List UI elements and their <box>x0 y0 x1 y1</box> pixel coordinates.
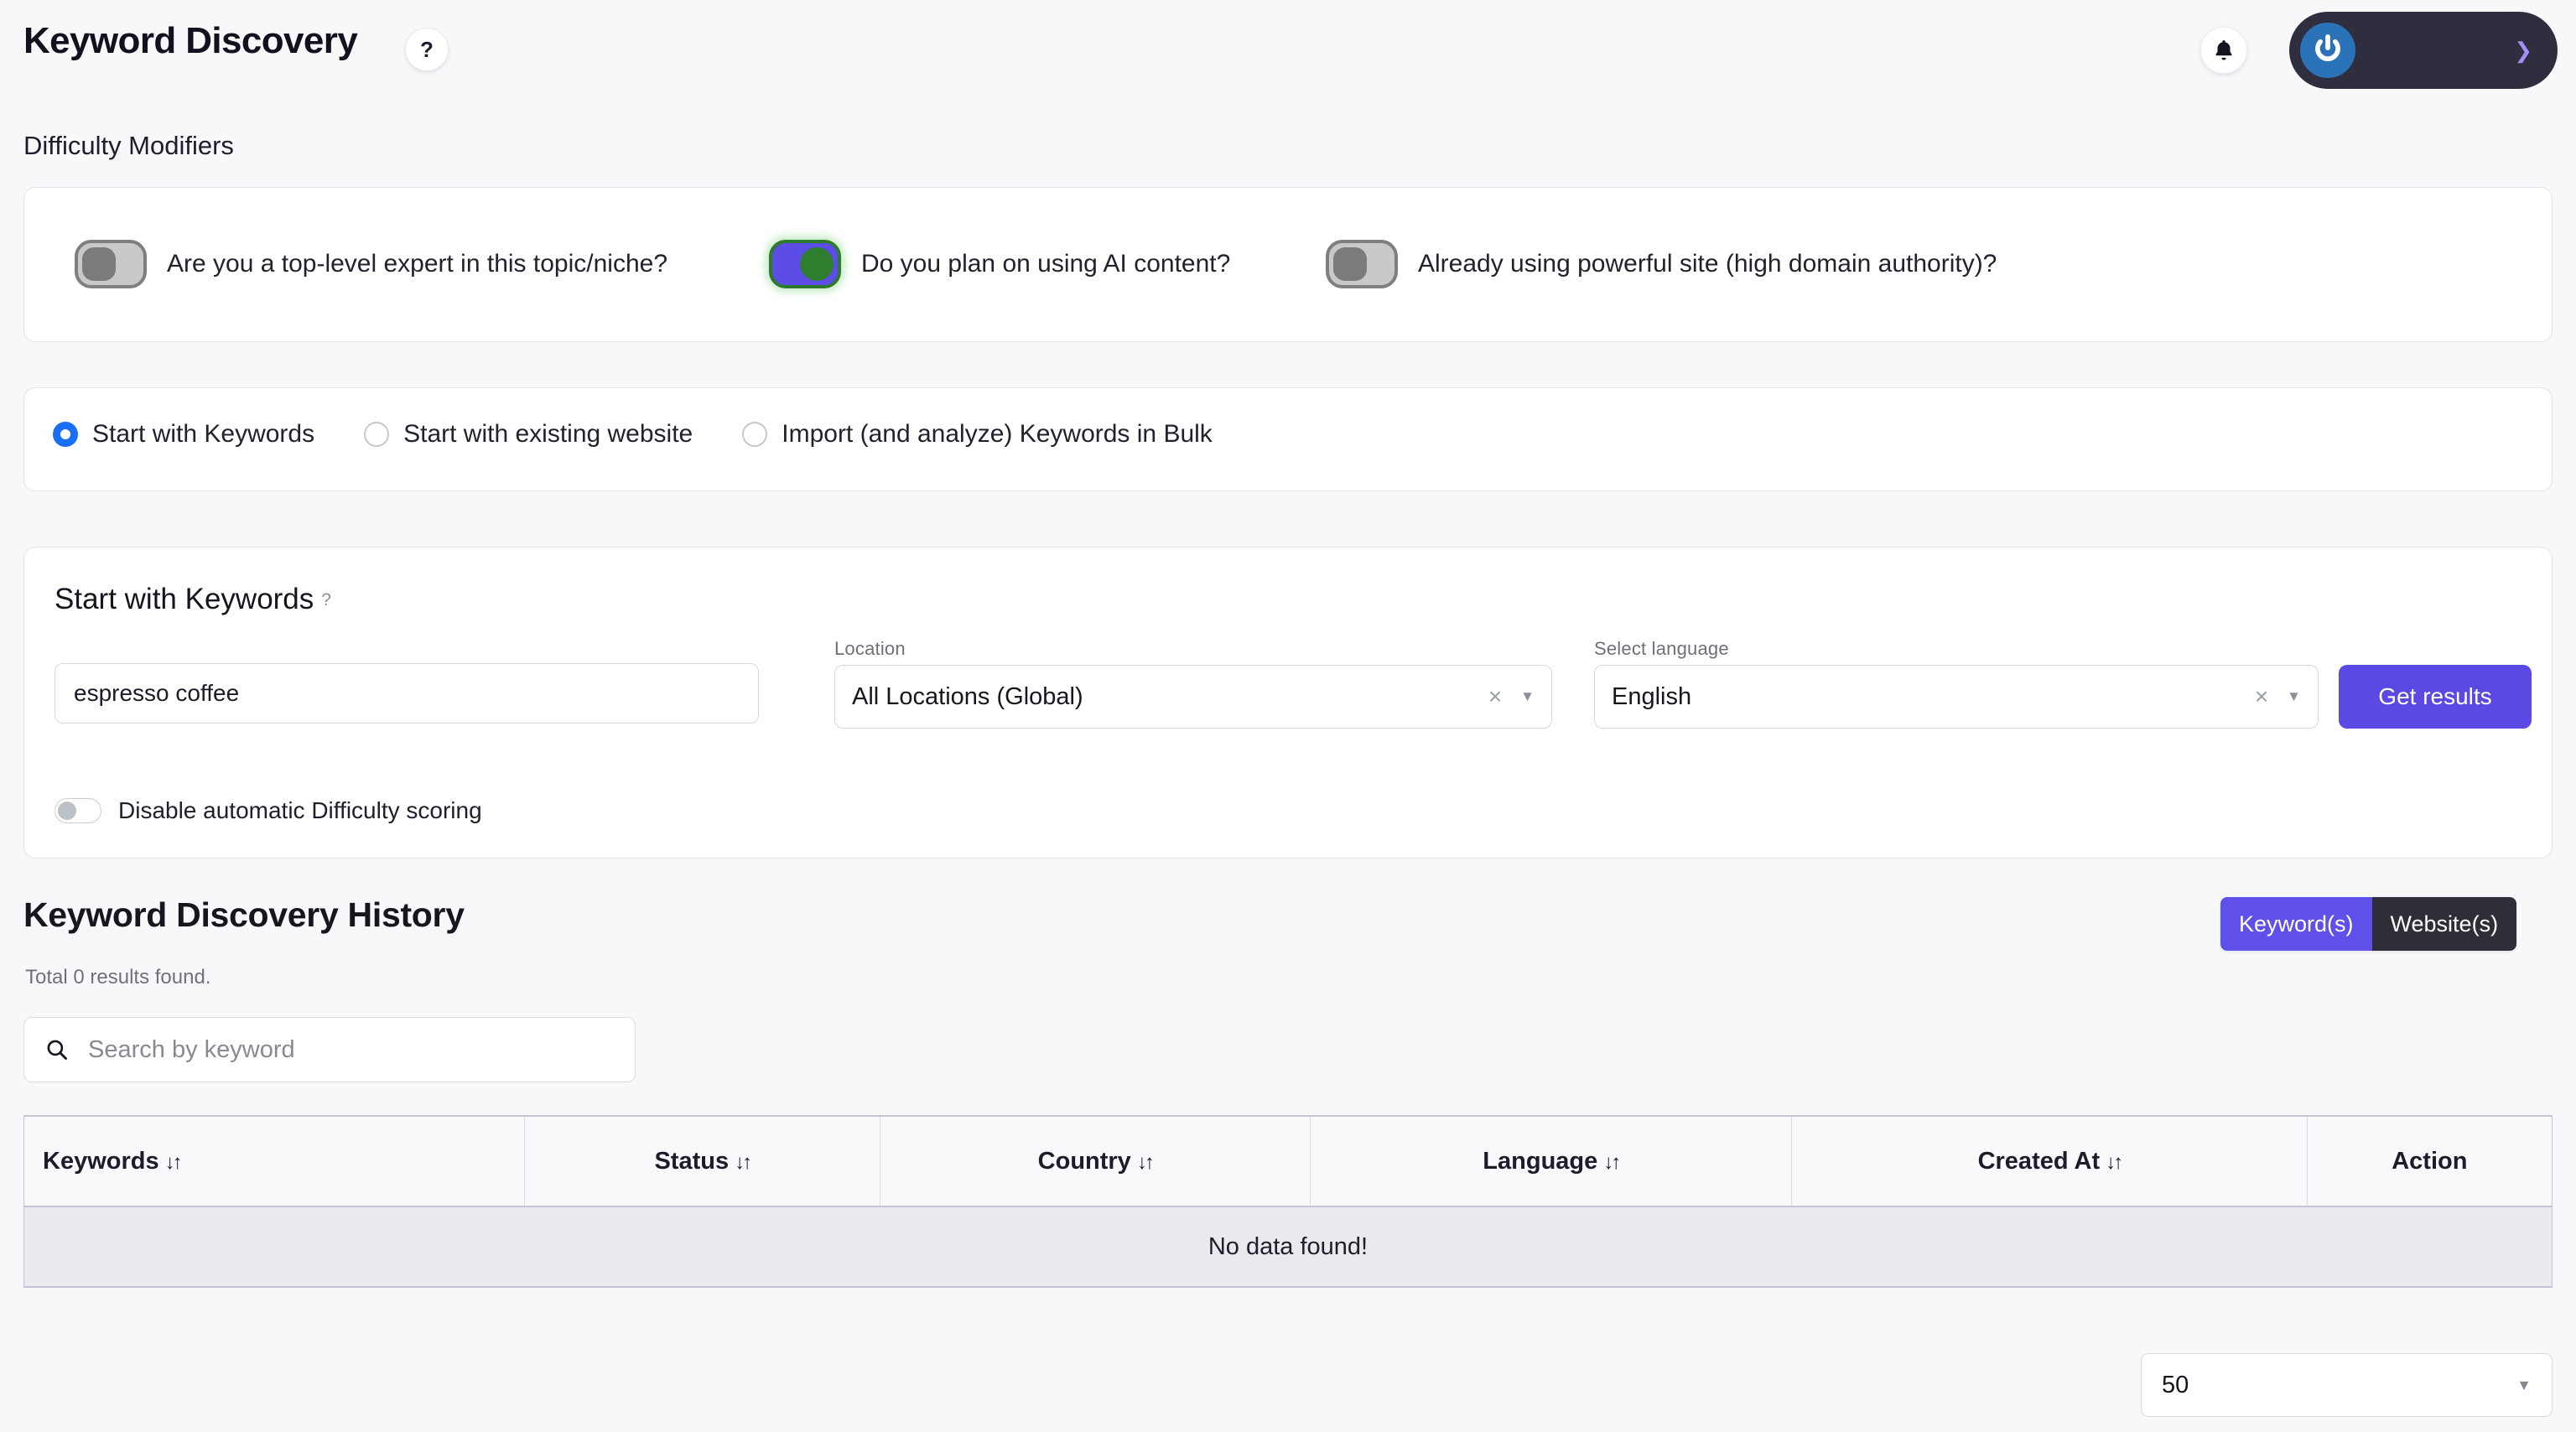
bell-icon <box>2215 40 2232 60</box>
history-total-results: Total 0 results found. <box>25 966 211 988</box>
toggle-top-level-expert[interactable] <box>75 240 147 288</box>
sort-icon: ↓↑ <box>735 1150 752 1174</box>
column-header-language[interactable]: Language ↓↑ <box>1310 1115 1793 1207</box>
column-header-country[interactable]: Country ↓↑ <box>880 1115 1311 1207</box>
start-with-keywords-card: Start with Keywords? espresso coffee Loc… <box>23 547 2553 859</box>
account-avatar <box>2300 23 2355 78</box>
modifier-domain-authority: Already using powerful site (high domain… <box>1326 240 1997 288</box>
toggle-domain-authority-label: Already using powerful site (high domain… <box>1418 250 1997 278</box>
history-search-placeholder: Search by keyword <box>88 1035 295 1063</box>
toggle-ai-content[interactable] <box>769 240 841 288</box>
page-size-select[interactable]: 50 ▼ <box>2141 1353 2553 1417</box>
toggle-knob <box>800 247 834 281</box>
column-label: Action <box>2392 1147 2468 1175</box>
radio-start-with-keywords[interactable]: Start with Keywords <box>53 420 314 449</box>
sort-icon: ↓↑ <box>164 1150 183 1174</box>
column-label: Keywords <box>43 1147 159 1175</box>
start-with-keywords-title-text: Start with Keywords <box>55 583 314 615</box>
history-table: Keywords ↓↑ Status ↓↑ Country ↓↑ Language ↓↑… <box>23 1115 2553 1288</box>
notifications-button[interactable] <box>2200 27 2247 74</box>
start-mode-radio-group: Start with Keywords Start with existing … <box>53 420 1262 449</box>
tab-keywords[interactable]: Keyword(s) <box>2220 897 2372 951</box>
location-select-value: All Locations (Global) <box>852 682 1083 710</box>
page-size-value: 50 <box>2162 1371 2189 1398</box>
chevron-down-icon[interactable]: ▼ <box>1520 688 1535 705</box>
sort-icon: ↓↑ <box>1136 1150 1155 1174</box>
column-header-status[interactable]: Status ↓↑ <box>524 1115 881 1207</box>
tab-websites[interactable]: Website(s) <box>2371 897 2517 951</box>
sort-icon: ↓↑ <box>1603 1150 1621 1174</box>
difficulty-modifiers-label: Difficulty Modifiers <box>23 131 234 160</box>
language-label: Select language <box>1594 638 1729 659</box>
keyword-input-value: espresso coffee <box>74 680 240 706</box>
column-label: Language <box>1483 1147 1598 1175</box>
disable-difficulty-scoring-label: Disable automatic Difficulty scoring <box>118 797 482 823</box>
chevron-down-icon: ▼ <box>2516 1376 2532 1393</box>
history-type-segmented-control: Keyword(s) Website(s) <box>2220 897 2517 951</box>
clear-icon[interactable]: × <box>2255 683 2268 710</box>
radio-start-with-website-label: Start with existing website <box>403 420 693 448</box>
table-header-row: Keywords ↓↑ Status ↓↑ Country ↓↑ Language ↓↑… <box>23 1115 2553 1207</box>
modifier-expert: Are you a top-level expert in this topic… <box>75 240 667 288</box>
toggle-knob <box>1333 247 1367 281</box>
chevron-down-icon: ❯ <box>2514 38 2532 63</box>
history-search-box[interactable]: Search by keyword <box>23 1017 636 1082</box>
location-select[interactable]: All Locations (Global) × ▼ <box>834 665 1552 729</box>
column-label: Status <box>654 1147 730 1175</box>
radio-import-bulk-label: Import (and analyze) Keywords in Bulk <box>782 420 1213 448</box>
column-label: Created At <box>1977 1147 2101 1175</box>
clear-icon[interactable]: × <box>1488 683 1502 710</box>
keyword-input[interactable]: espresso coffee <box>55 663 759 724</box>
toggle-knob <box>58 802 76 820</box>
radio-indicator <box>364 422 390 447</box>
start-with-keywords-title: Start with Keywords? <box>55 583 331 616</box>
table-row: No data found! <box>23 1206 2553 1288</box>
radio-import-bulk[interactable]: Import (and analyze) Keywords in Bulk <box>742 420 1213 449</box>
account-menu-button[interactable]: ❯ <box>2289 12 2558 89</box>
history-title: Keyword Discovery History <box>23 895 465 934</box>
disable-difficulty-scoring-row: Disable automatic Difficulty scoring <box>55 797 482 824</box>
empty-state-message: No data found! <box>23 1206 2553 1288</box>
column-header-keywords[interactable]: Keywords ↓↑ <box>23 1115 525 1207</box>
chevron-down-icon[interactable]: ▼ <box>2287 688 2301 705</box>
column-header-action: Action <box>2307 1115 2553 1207</box>
toggle-ai-content-label: Do you plan on using AI content? <box>861 250 1231 278</box>
toggle-disable-difficulty-scoring[interactable] <box>55 798 101 823</box>
top-bar: Keyword Discovery ? ❯ <box>0 0 2576 109</box>
keyword-discovery-page: Keyword Discovery ? ❯ Difficulty Modifie… <box>0 0 2576 1432</box>
search-icon <box>47 1040 67 1060</box>
get-results-button[interactable]: Get results <box>2339 665 2532 729</box>
keywords-help-icon[interactable]: ? <box>321 590 331 610</box>
column-header-created-at[interactable]: Created At ↓↑ <box>1791 1115 2308 1207</box>
radio-start-with-keywords-label: Start with Keywords <box>92 420 315 448</box>
page-title-help-icon[interactable]: ? <box>405 28 449 71</box>
radio-start-with-website[interactable]: Start with existing website <box>364 420 693 449</box>
radio-indicator <box>742 422 768 447</box>
language-select[interactable]: English × ▼ <box>1594 665 2319 729</box>
location-label: Location <box>834 638 906 659</box>
difficulty-modifiers-card: Are you a top-level expert in this topic… <box>23 187 2553 342</box>
start-mode-card: Start with Keywords Start with existing … <box>23 387 2553 491</box>
toggle-knob <box>82 247 116 281</box>
column-label: Country <box>1037 1147 1131 1175</box>
modifier-ai-content: Do you plan on using AI content? <box>769 240 1230 288</box>
sort-icon: ↓↑ <box>2106 1150 2123 1174</box>
language-select-value: English <box>1612 682 1692 710</box>
power-logo-icon <box>2315 34 2340 61</box>
toggle-top-level-expert-label: Are you a top-level expert in this topic… <box>167 250 667 278</box>
toggle-domain-authority[interactable] <box>1326 240 1398 288</box>
radio-indicator <box>53 422 78 447</box>
page-title: Keyword Discovery <box>23 20 358 61</box>
